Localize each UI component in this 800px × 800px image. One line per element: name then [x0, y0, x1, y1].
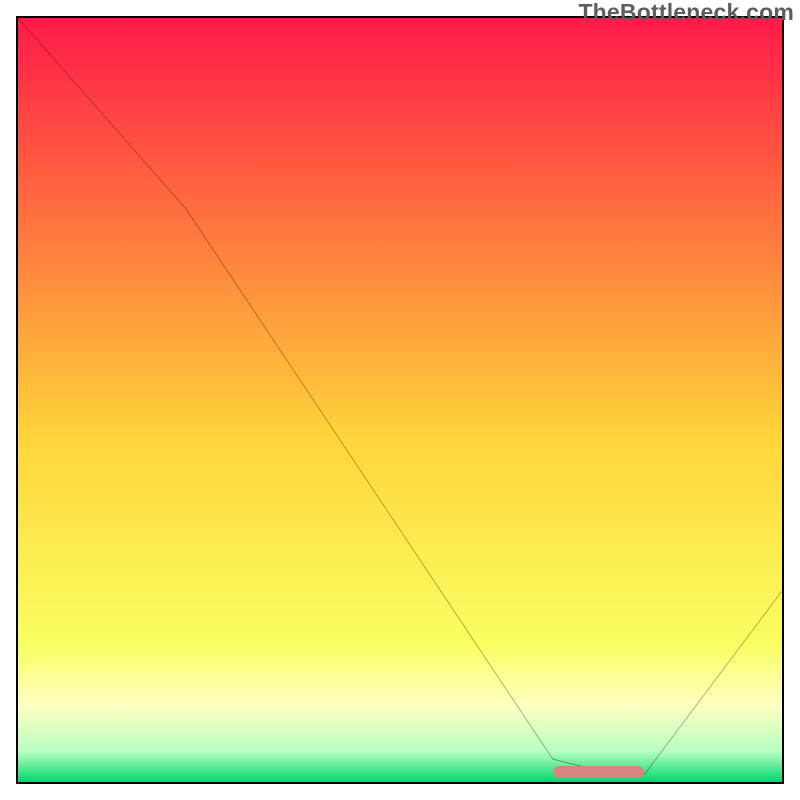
- optimal-range-marker: [553, 766, 645, 778]
- bottleneck-curve: [18, 18, 782, 782]
- watermark-text: TheBottleneck.com: [578, 0, 794, 26]
- chart-frame: [16, 16, 784, 784]
